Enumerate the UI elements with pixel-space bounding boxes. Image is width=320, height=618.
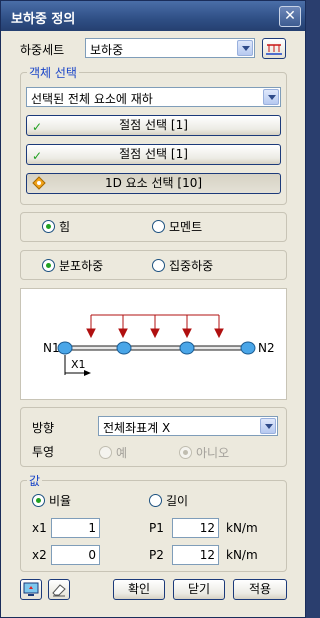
dialog-window: 보하중 정의 ✕ 하중세트 보하중 객체 선택 선택된 전체 요소에 재하 ✓ …: [0, 0, 306, 618]
load-set-label: 하중세트: [20, 43, 65, 57]
apply-button[interactable]: 적용: [233, 579, 287, 600]
chevron-down-icon[interactable]: [237, 40, 253, 56]
values-title: 값: [27, 472, 43, 489]
node-select-button-2[interactable]: ✓ 절점 선택 [1]: [26, 144, 281, 165]
selection-mode-select[interactable]: 선택된 전체 요소에 재하: [26, 87, 281, 107]
p2-label: P2: [149, 548, 164, 562]
close-button[interactable]: ✕: [279, 6, 301, 27]
node-select-label-2: 절점 선택 [1]: [119, 147, 188, 161]
node-select-button-1[interactable]: ✓ 절점 선택 [1]: [26, 115, 281, 136]
x2-input[interactable]: 0: [51, 545, 100, 565]
projection-label: 투영: [32, 445, 55, 459]
node-n2-label: N2: [258, 341, 275, 355]
x1-label: x1: [32, 521, 47, 535]
p2-unit: kN/m: [226, 548, 258, 562]
projection-yes-radio[interactable]: [99, 446, 112, 459]
concentrated-load-label: 집중하중: [169, 259, 214, 273]
chevron-down-icon[interactable]: [260, 418, 276, 434]
moment-radio[interactable]: [152, 220, 165, 233]
length-label: 길이: [166, 494, 189, 508]
x1-input[interactable]: 1: [51, 518, 100, 538]
eraser-icon: [52, 584, 66, 597]
projection-yes-label: 예: [116, 446, 128, 460]
load-set-icon: [266, 44, 282, 55]
x1-dimension-label: X1: [71, 358, 86, 371]
selection-mode-value: 선택된 전체 요소에 재하: [31, 92, 153, 106]
load-diagram: N1 N2 X1: [20, 288, 287, 400]
concentrated-load-radio[interactable]: [152, 259, 165, 272]
monitor-icon: [23, 582, 39, 596]
title-bar[interactable]: 보하중 정의 ✕: [1, 1, 305, 31]
load-set-manager-button[interactable]: [262, 38, 286, 59]
load-set-value: 보하중: [90, 43, 124, 57]
display-toggle-button[interactable]: [20, 579, 42, 600]
chevron-down-icon[interactable]: [263, 89, 279, 105]
check-icon: ✓: [32, 149, 43, 163]
direction-select[interactable]: 전체좌표계 X: [98, 416, 278, 436]
check-icon: ✓: [32, 120, 43, 134]
direction-label: 방향: [32, 421, 55, 435]
eraser-button[interactable]: [48, 579, 70, 600]
length-radio[interactable]: [149, 494, 162, 507]
p1-unit: kN/m: [226, 521, 258, 535]
force-radio[interactable]: [42, 220, 55, 233]
p1-input[interactable]: 12: [172, 518, 219, 538]
window-title: 보하중 정의: [11, 12, 76, 27]
element-select-label: 1D 요소 선택 [10]: [104, 176, 203, 190]
element-select-button[interactable]: 1D 요소 선택 [10]: [26, 173, 281, 194]
diamond-warning-icon: [32, 176, 46, 196]
ratio-label: 비율: [49, 494, 72, 508]
projection-no-label: 아니오: [196, 446, 230, 460]
p2-input[interactable]: 12: [172, 545, 219, 565]
projection-no-radio[interactable]: [179, 446, 192, 459]
distributed-load-label: 분포하중: [59, 259, 104, 273]
load-set-select[interactable]: 보하중: [85, 38, 255, 58]
close-dialog-button[interactable]: 닫기: [173, 579, 225, 600]
distributed-load-diagram: [57, 314, 256, 376]
ratio-radio[interactable]: [32, 494, 45, 507]
distributed-load-radio[interactable]: [42, 259, 55, 272]
ok-button[interactable]: 확인: [113, 579, 165, 600]
node-select-label-1: 절점 선택 [1]: [119, 118, 188, 132]
p1-label: P1: [149, 521, 164, 535]
object-selection-title: 객체 선택: [27, 64, 79, 81]
force-label: 힘: [59, 220, 71, 234]
node-n1-label: N1: [43, 341, 60, 355]
direction-value: 전체좌표계 X: [103, 421, 171, 435]
moment-label: 모멘트: [169, 220, 203, 234]
x2-label: x2: [32, 548, 47, 562]
